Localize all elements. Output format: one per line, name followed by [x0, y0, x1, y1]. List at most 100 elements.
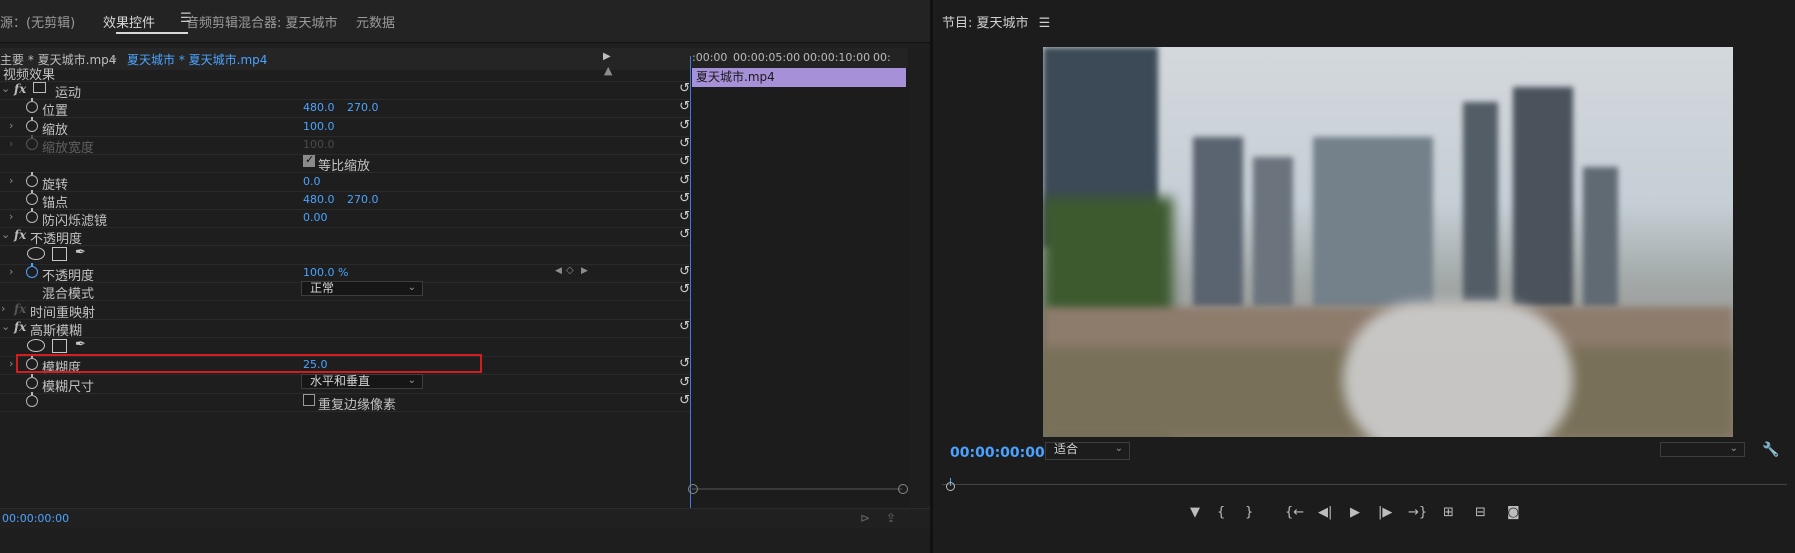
anchor-x-value[interactable]: 480.0	[303, 193, 335, 206]
mark-out-icon[interactable]: }	[1245, 505, 1253, 520]
repeat-edge-checkbox[interactable]	[303, 394, 315, 406]
rotation-value[interactable]: 0.0	[303, 175, 321, 188]
uniform-scale-checkbox[interactable]	[303, 153, 315, 167]
reset-icon[interactable]: ↺	[679, 136, 690, 151]
building-shape	[1513, 87, 1573, 307]
program-time-ruler[interactable]	[942, 470, 1787, 500]
rectangle-mask-icon[interactable]	[52, 339, 67, 353]
wrench-icon[interactable]: 🔧	[1762, 442, 1779, 458]
step-back-icon[interactable]: ◀|	[1318, 505, 1332, 520]
opacity-value[interactable]: 100.0 %	[303, 266, 348, 279]
expand-chevron-icon[interactable]: ›	[9, 119, 13, 132]
expand-chevron-icon[interactable]: ⌄	[1, 228, 10, 241]
timeline-ruler[interactable]: :00:00 00:00:05:00 00:00:10:00 00:	[690, 48, 908, 68]
tab-audio-clip-mixer[interactable]: 音频剪辑混合器: 夏天城市	[186, 12, 338, 31]
stopwatch-icon[interactable]	[26, 263, 38, 278]
step-forward-icon[interactable]: |▶	[1378, 505, 1392, 520]
reset-icon[interactable]: ↺	[679, 264, 690, 279]
resolution-select[interactable]: ⌄	[1660, 442, 1745, 457]
prev-keyframe-icon[interactable]: ◀	[555, 266, 562, 276]
zoom-handle-left[interactable]	[688, 484, 698, 494]
video-preview[interactable]	[1043, 47, 1733, 437]
tab-effect-controls[interactable]: 效果控件	[103, 12, 155, 31]
stopwatch-icon[interactable]	[26, 190, 38, 205]
position-y-value[interactable]: 270.0	[347, 101, 379, 114]
reset-icon[interactable]: ↺	[679, 81, 690, 96]
effect-gaussian-blur[interactable]: ⌄ fx 高斯模糊 ↺	[0, 317, 700, 339]
expand-chevron-icon[interactable]: ›	[9, 174, 13, 187]
filter-icon[interactable]: ⊳	[860, 511, 870, 525]
fx-icon[interactable]: fx	[14, 228, 26, 242]
reset-icon[interactable]: ↺	[679, 191, 690, 206]
zoom-handle-right[interactable]	[898, 484, 908, 494]
reset-icon[interactable]: ↺	[679, 319, 690, 334]
effect-opacity[interactable]: ⌄ fx 不透明度 ↺	[0, 225, 700, 247]
lift-icon[interactable]: ⊞	[1443, 505, 1454, 520]
param-blend-mode: 混合模式 正常 ⌄ ↺	[0, 280, 700, 302]
next-keyframe-icon[interactable]: ▶	[581, 266, 588, 276]
reset-icon[interactable]: ↺	[679, 393, 690, 408]
fx-icon[interactable]: fx	[14, 320, 26, 334]
reset-icon[interactable]: ↺	[679, 375, 690, 390]
tab-metadata[interactable]: 元数据	[356, 12, 395, 31]
timeline-zoom-scrollbar[interactable]	[688, 484, 908, 494]
mark-in-icon[interactable]: {	[1217, 505, 1225, 520]
ellipse-mask-icon[interactable]	[27, 339, 45, 352]
effect-controls-timeline[interactable]	[690, 48, 909, 508]
fit-select[interactable]: 适合 ⌄	[1045, 442, 1130, 460]
fx-icon[interactable]: fx	[14, 82, 26, 96]
stopwatch-icon[interactable]	[26, 208, 38, 223]
zoom-handle-left[interactable]	[946, 482, 955, 491]
stopwatch-icon[interactable]	[26, 392, 38, 407]
program-timecode[interactable]: 00:00:00:00	[950, 445, 1045, 461]
program-monitor-title[interactable]: 节目: 夏天城市 ☰	[942, 12, 1050, 31]
blend-mode-select[interactable]: 正常 ⌄	[301, 281, 423, 296]
rectangle-mask-icon[interactable]	[52, 247, 67, 261]
expand-chevron-icon[interactable]: ›	[9, 265, 13, 278]
expand-chevron-icon[interactable]: ›	[9, 357, 13, 370]
scale-value[interactable]: 100.0	[303, 120, 335, 133]
export-icon[interactable]: ⇪	[886, 511, 896, 525]
tab-source[interactable]: 源：(无剪辑)	[0, 12, 75, 31]
panel-menu-icon[interactable]: ☰	[1039, 16, 1051, 31]
reset-icon[interactable]: ↺	[679, 118, 690, 133]
timeline-clip[interactable]: 夏天城市.mp4	[692, 68, 906, 87]
reset-icon[interactable]: ↺	[679, 227, 690, 242]
reset-icon[interactable]: ↺	[679, 154, 690, 169]
transform-icon[interactable]	[33, 82, 46, 93]
stopwatch-icon[interactable]	[26, 117, 38, 132]
expand-chevron-icon[interactable]: ⌄	[1, 82, 10, 95]
expand-chevron-icon: ›	[9, 137, 14, 150]
blur-dimensions-select[interactable]: 水平和垂直 ⌄	[301, 374, 423, 389]
building-shape	[1583, 167, 1618, 307]
pen-mask-icon[interactable]: ✒	[75, 245, 86, 260]
add-keyframe-icon[interactable]: ◇	[566, 265, 574, 276]
reset-icon[interactable]: ↺	[679, 282, 690, 297]
ellipse-mask-icon[interactable]	[27, 247, 45, 260]
expand-chevron-icon[interactable]: ›	[1, 302, 5, 315]
watermark-blob	[1343, 302, 1573, 437]
stopwatch-icon[interactable]	[26, 374, 38, 389]
select-value: 水平和垂直	[310, 374, 371, 388]
stopwatch-icon[interactable]	[26, 98, 38, 113]
collapse-up-icon[interactable]: ▲	[604, 64, 612, 77]
go-to-in-icon[interactable]: {←	[1285, 505, 1304, 520]
anchor-y-value[interactable]: 270.0	[347, 193, 379, 206]
extract-icon[interactable]: ⊟	[1475, 505, 1486, 520]
expand-chevron-icon[interactable]: ›	[9, 210, 13, 223]
stopwatch-icon[interactable]	[26, 172, 38, 187]
add-marker-icon[interactable]: ▼	[1190, 505, 1200, 520]
expand-chevron-icon[interactable]: ⌄	[1, 320, 10, 333]
reset-icon[interactable]: ↺	[679, 209, 690, 224]
anti-flicker-value[interactable]: 0.00	[303, 211, 328, 224]
reset-icon[interactable]: ↺	[679, 99, 690, 114]
playhead[interactable]	[690, 56, 691, 508]
pen-mask-icon[interactable]: ✒	[75, 337, 86, 352]
current-timecode[interactable]: 00:00:00:00	[2, 512, 69, 525]
reset-icon[interactable]: ↺	[679, 356, 690, 371]
position-x-value[interactable]: 480.0	[303, 101, 335, 114]
go-to-out-icon[interactable]: →}	[1408, 505, 1427, 520]
reset-icon[interactable]: ↺	[679, 173, 690, 188]
export-frame-icon[interactable]: ◙	[1507, 505, 1520, 520]
play-icon[interactable]: ▶	[1350, 505, 1360, 520]
